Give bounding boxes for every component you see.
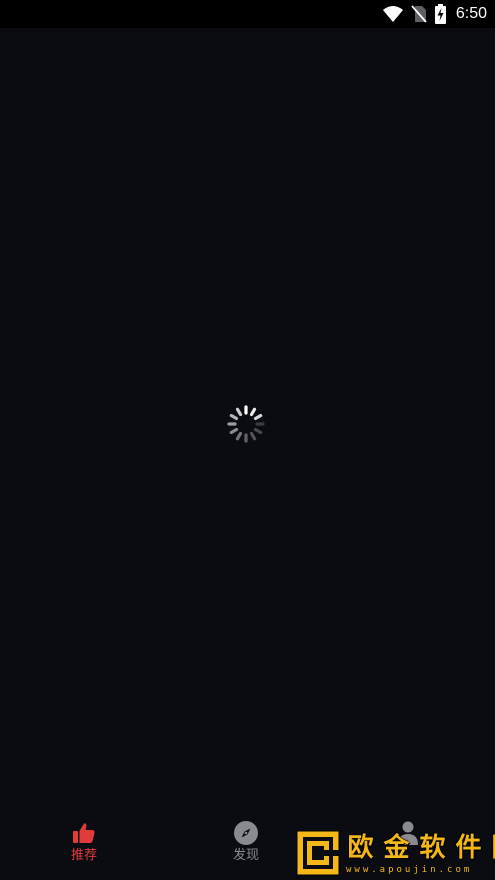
nav-item-recommend[interactable]: 推荐 <box>44 820 124 864</box>
status-clock: 6:50 <box>455 5 487 22</box>
nav-label-recommend: 推荐 <box>70 848 97 863</box>
watermark: 欧 金 软 件 园 www.apoujin.com <box>296 830 495 876</box>
thumbs-up-icon <box>71 820 97 846</box>
compass-icon <box>233 820 259 846</box>
watermark-char: 件 <box>455 833 482 863</box>
battery-charging-icon <box>434 4 446 24</box>
watermark-char: 软 <box>419 833 446 863</box>
app-screen: 6:50 推荐 发现 欧 金 软 件 www.apoujin.com <box>0 0 495 880</box>
wifi-icon <box>382 6 403 22</box>
status-icons: 6:50 <box>382 3 487 25</box>
watermark-url: www.apoujin.com <box>346 865 473 875</box>
watermark-logo-icon <box>296 830 340 876</box>
no-sim-icon <box>411 5 427 23</box>
watermark-char: 欧 <box>347 833 374 863</box>
loading-spinner-icon <box>226 404 266 444</box>
nav-item-discover[interactable]: 发现 <box>206 820 286 864</box>
watermark-title: 欧 金 软 件 园 <box>344 833 495 863</box>
watermark-char: 金 <box>383 833 410 863</box>
status-bar: 6:50 <box>0 0 495 28</box>
watermark-char: 园 <box>488 833 495 863</box>
nav-label-discover: 发现 <box>232 848 259 863</box>
